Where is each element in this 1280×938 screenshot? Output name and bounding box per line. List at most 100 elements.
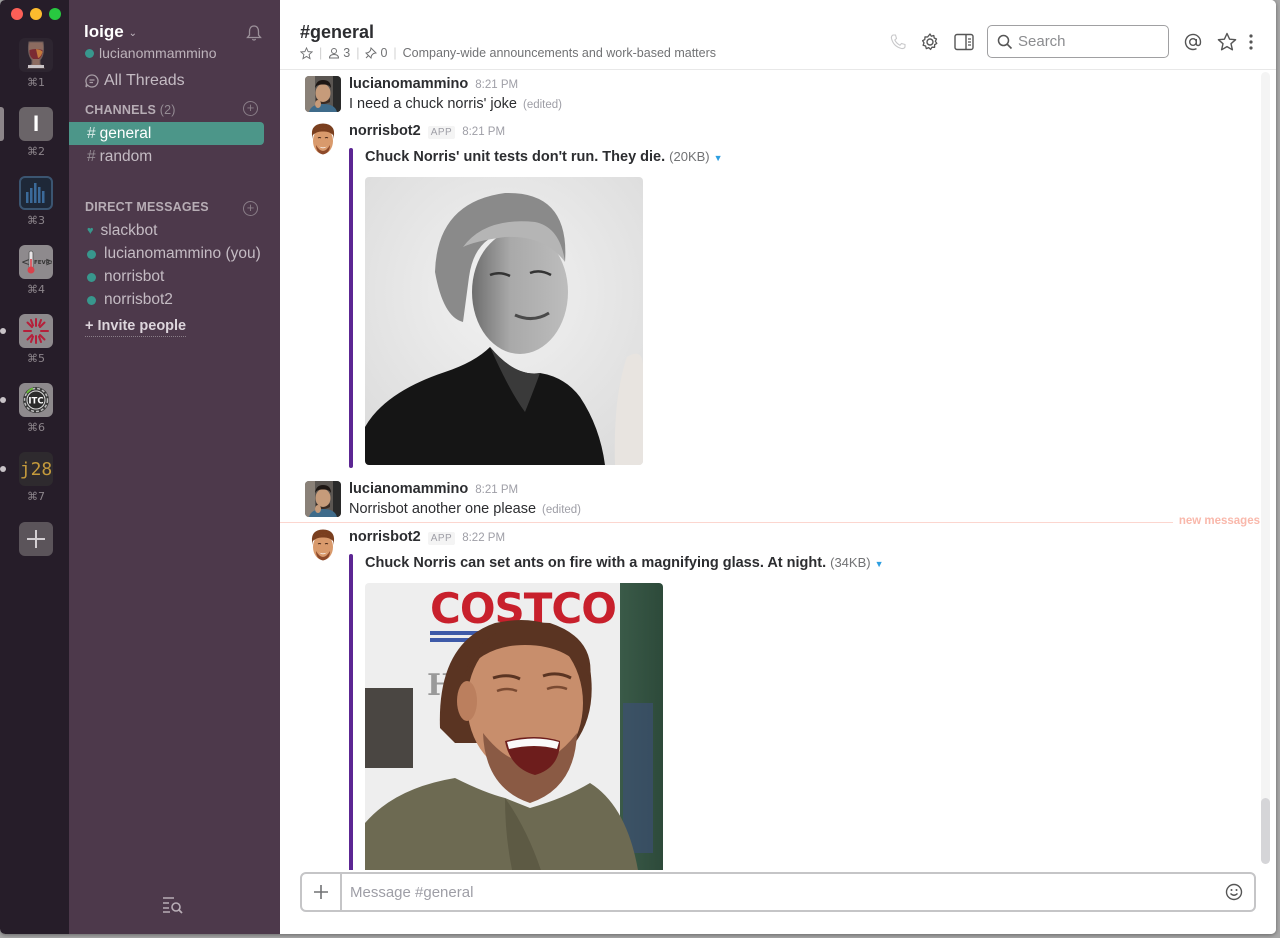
- sender-name[interactable]: norrisbot2: [349, 529, 421, 545]
- more-options-button[interactable]: [1244, 31, 1258, 53]
- bell-icon[interactable]: [245, 24, 263, 42]
- team-shortcut: ⌘1: [27, 76, 45, 89]
- app-badge: APP: [427, 126, 456, 139]
- starred-items-button[interactable]: [1216, 31, 1238, 53]
- channels-section-header[interactable]: CHANNELS (2): [85, 103, 176, 117]
- current-user-name: lucianommammino: [99, 45, 217, 61]
- vertical-ellipsis-icon: [1249, 34, 1253, 50]
- star-channel-button[interactable]: [300, 46, 313, 60]
- presence-online-icon: [85, 48, 94, 58]
- members-button[interactable]: 3: [328, 46, 350, 60]
- add-team[interactable]: [19, 522, 53, 556]
- user-icon: [329, 48, 340, 59]
- sidebar-item-general[interactable]: # general: [69, 122, 264, 145]
- team-4[interactable]: < FEVR > ⌘4: [19, 245, 53, 296]
- team-5[interactable]: ⌘5: [0, 314, 53, 365]
- hash-icon: #: [87, 124, 96, 142]
- dm-section-header[interactable]: DIRECT MESSAGES: [85, 200, 209, 214]
- at-sign-icon: [1184, 33, 1202, 51]
- add-channel-button[interactable]: +: [243, 101, 258, 116]
- sender-name[interactable]: norrisbot2: [349, 123, 421, 139]
- all-threads-link[interactable]: All Threads: [84, 72, 185, 90]
- channel-topic[interactable]: Company-wide announcements and work-base…: [403, 46, 716, 60]
- unread-indicator: [0, 328, 6, 334]
- team-1[interactable]: ⌘1: [19, 38, 53, 89]
- channel-title[interactable]: #general: [300, 22, 374, 43]
- toggle-details-button[interactable]: [953, 31, 975, 53]
- channel-settings-button[interactable]: [919, 31, 941, 53]
- search-field[interactable]: [987, 25, 1169, 58]
- attachment-image[interactable]: COSTCO H: [365, 583, 663, 870]
- bot-avatar[interactable]: [305, 527, 341, 563]
- dm-name: norrisbot: [104, 268, 165, 285]
- team-3[interactable]: ⌘3: [19, 176, 53, 227]
- sidebar-item-self[interactable]: lucianomammino (you): [87, 243, 261, 265]
- bot-avatar[interactable]: [305, 121, 341, 157]
- pin-icon: [365, 47, 378, 59]
- divider: |: [393, 46, 397, 60]
- team-7[interactable]: j28 ⌘7: [0, 452, 53, 503]
- add-dm-button[interactable]: +: [243, 201, 258, 216]
- sender-name[interactable]: lucianomammino: [349, 76, 468, 92]
- channels-count: (2): [159, 103, 176, 117]
- team-menu[interactable]: loige ⌄: [84, 22, 137, 42]
- team-shortcut: ⌘6: [27, 421, 45, 434]
- minimize-window-button[interactable]: [30, 8, 42, 20]
- svg-text:ITC: ITC: [28, 397, 43, 407]
- threads-icon: [85, 74, 99, 88]
- emoji-picker-button[interactable]: [1214, 874, 1254, 910]
- message-input[interactable]: [342, 874, 1214, 910]
- attachment-title[interactable]: Chuck Norris' unit tests don't run. They…: [365, 149, 723, 165]
- divider: |: [356, 46, 360, 60]
- attachment-title[interactable]: Chuck Norris can set ants on fire with a…: [365, 555, 884, 571]
- active-team-indicator: [0, 107, 4, 141]
- mentions-button[interactable]: [1182, 31, 1204, 53]
- current-user-status[interactable]: lucianommammino: [85, 45, 216, 61]
- message-header: norrisbot2 APP 8:22 PM: [349, 529, 505, 545]
- invite-people-link[interactable]: + Invite people: [85, 318, 187, 337]
- timestamp[interactable]: 8:22 PM: [462, 532, 505, 544]
- bar-chart-icon[interactable]: [19, 176, 53, 210]
- new-messages-label[interactable]: new messages: [1172, 515, 1260, 527]
- starburst-icon[interactable]: [19, 314, 53, 348]
- sidebar-item-random[interactable]: # random: [69, 145, 264, 168]
- attach-file-button[interactable]: [302, 874, 342, 910]
- glencairn-glass-icon[interactable]: [19, 38, 53, 72]
- caret-down-icon[interactable]: ▼: [714, 153, 723, 163]
- channel-name: general: [99, 124, 152, 142]
- avatar[interactable]: [305, 481, 341, 517]
- avatar[interactable]: [305, 76, 341, 112]
- message-body: Norrisbot another one please: [349, 501, 537, 517]
- team-2[interactable]: I ⌘2: [0, 107, 53, 158]
- sidebar-item-norrisbot[interactable]: norrisbot: [87, 266, 164, 288]
- sidebar-item-slackbot[interactable]: ♥ slackbot: [87, 220, 157, 242]
- search-input[interactable]: [1018, 33, 1158, 50]
- attachment-image[interactable]: [365, 177, 643, 465]
- letter-i-icon[interactable]: I: [19, 107, 53, 141]
- heart-icon: ♥: [87, 225, 94, 237]
- quick-switcher-icon[interactable]: [162, 896, 184, 914]
- presence-online-icon: [87, 272, 96, 282]
- timestamp[interactable]: 8:21 PM: [475, 79, 518, 91]
- close-window-button[interactable]: [11, 8, 23, 20]
- sender-name[interactable]: lucianomammino: [349, 481, 468, 497]
- presence-online-icon: [87, 249, 96, 259]
- timestamp[interactable]: 8:21 PM: [475, 484, 518, 496]
- thermometer-fevr-icon[interactable]: < FEVR >: [19, 245, 53, 279]
- maximize-window-button[interactable]: [49, 8, 61, 20]
- j28-icon[interactable]: j28: [19, 452, 53, 486]
- edited-label: (edited): [542, 504, 582, 516]
- scrollbar-thumb[interactable]: [1261, 798, 1270, 864]
- message-body: I need a chuck norris' joke: [349, 96, 517, 112]
- sidebar-item-norrisbot2[interactable]: norrisbot2: [87, 289, 173, 311]
- caret-down-icon[interactable]: ▼: [875, 559, 884, 569]
- call-button[interactable]: [887, 31, 909, 53]
- smiley-icon: [1225, 883, 1243, 901]
- team-6[interactable]: ITC ⌘6: [0, 383, 53, 434]
- itc-badge-icon[interactable]: ITC: [19, 383, 53, 417]
- pinned-button[interactable]: 0: [365, 46, 387, 60]
- message-scrollbar[interactable]: [1261, 72, 1270, 864]
- dm-name: slackbot: [100, 222, 158, 239]
- timestamp[interactable]: 8:21 PM: [462, 126, 505, 138]
- add-team-button[interactable]: [19, 522, 53, 556]
